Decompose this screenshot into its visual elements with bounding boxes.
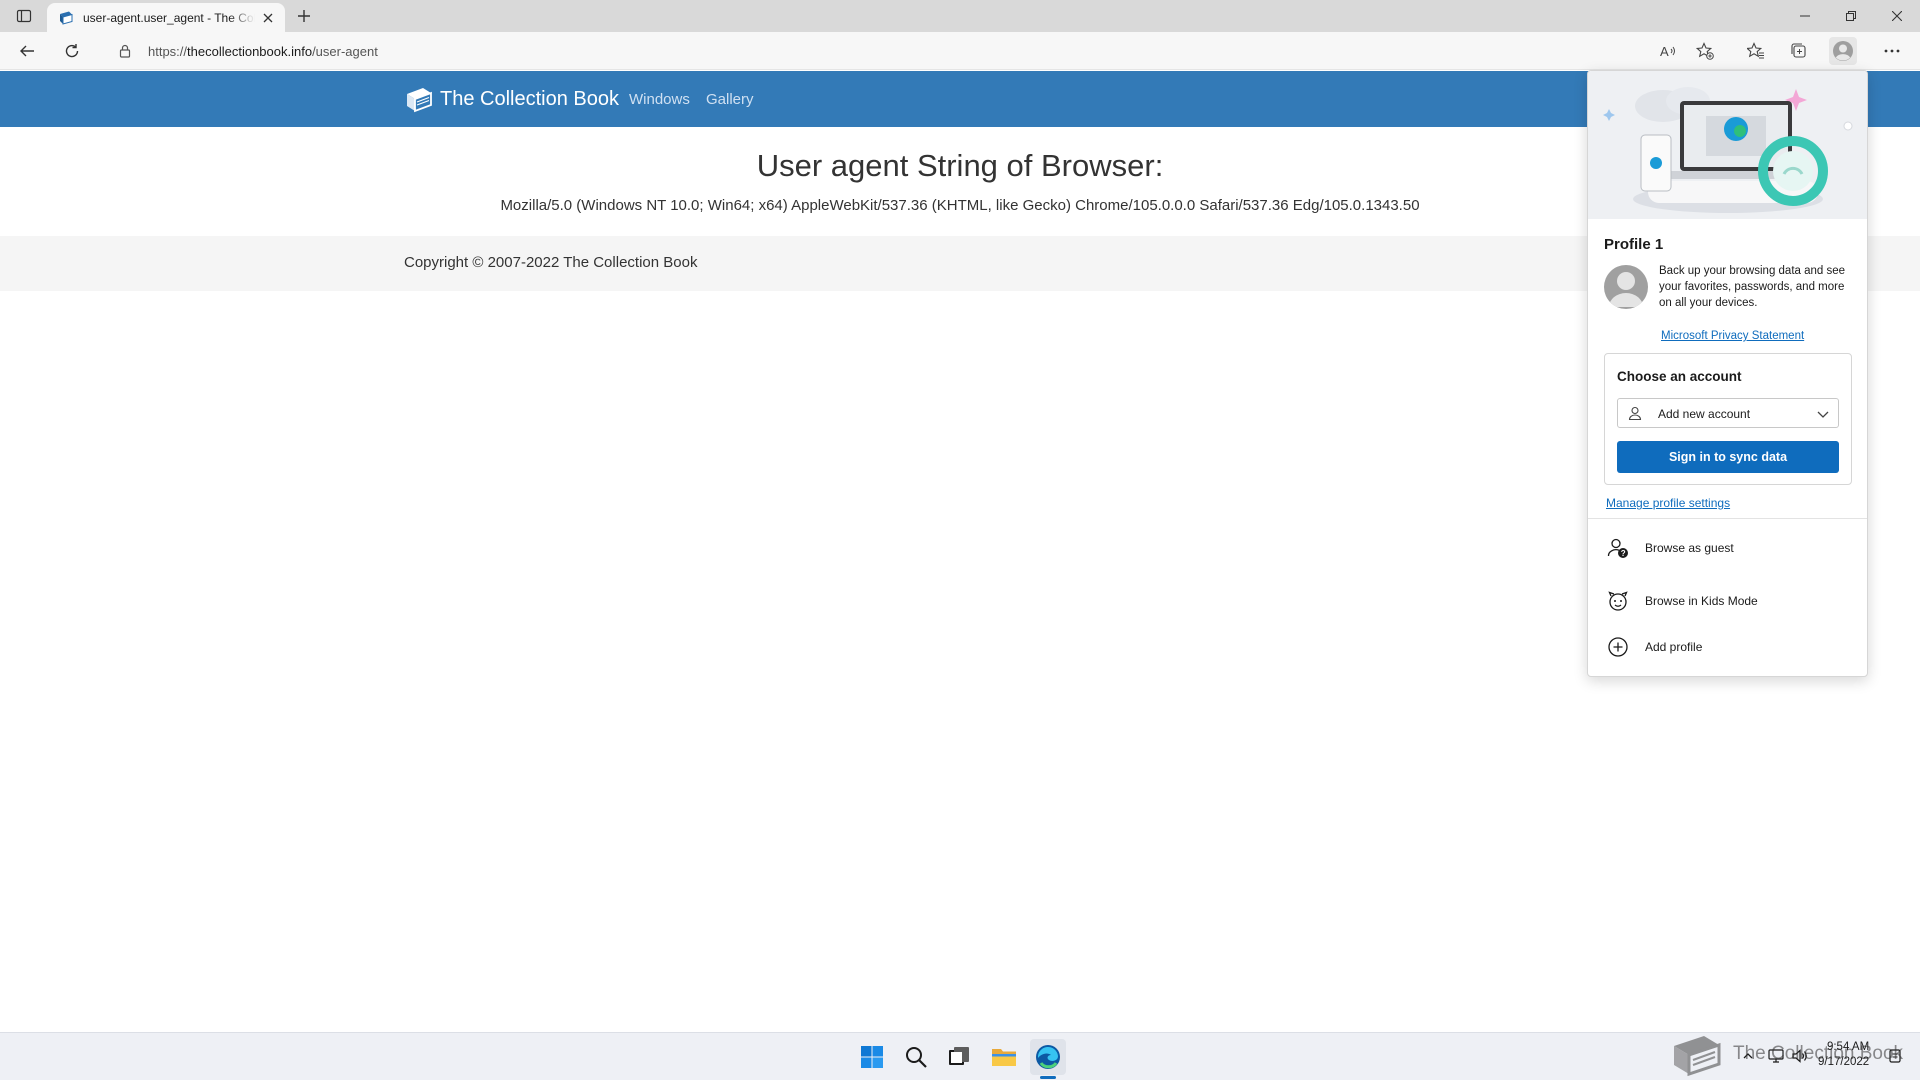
add-profile-item[interactable]: Add profile xyxy=(1588,625,1867,669)
add-circle-icon xyxy=(1606,635,1630,659)
profile-avatar-icon xyxy=(1833,41,1853,61)
avatar xyxy=(1604,265,1648,309)
lock-icon[interactable] xyxy=(117,43,133,59)
search-icon[interactable] xyxy=(898,1039,934,1075)
site-favicon-icon xyxy=(57,9,75,27)
browse-as-guest-item[interactable]: ? Browse as guest xyxy=(1588,526,1867,570)
close-window-button[interactable] xyxy=(1874,0,1920,32)
brand-name: The Collection Book xyxy=(440,87,619,110)
site-brand-link[interactable]: The Collection Book xyxy=(404,85,619,113)
add-favorite-button[interactable] xyxy=(1691,37,1719,65)
restore-button[interactable] xyxy=(1828,0,1874,32)
privacy-statement-link[interactable]: Microsoft Privacy Statement xyxy=(1661,330,1804,342)
settings-more-button[interactable] xyxy=(1878,37,1906,65)
url-scheme: https:// xyxy=(148,44,188,59)
browser-tab[interactable]: user-agent.user_agent - The Collection B… xyxy=(47,3,285,32)
tab-title: user-agent.user_agent - The Collection B… xyxy=(83,10,255,25)
person-icon xyxy=(1628,406,1642,420)
chevron-down-icon xyxy=(1817,411,1829,418)
url-text[interactable]: https://thecollectionbook.info/user-agen… xyxy=(148,44,378,59)
sync-hero-illustration xyxy=(1588,71,1867,219)
copyright-text: Copyright © 2007-2022 The Collection Boo… xyxy=(404,254,698,271)
collections-icon xyxy=(1791,43,1806,58)
manage-profile-settings-link[interactable]: Manage profile settings xyxy=(1606,496,1730,510)
browse-as-guest-label: Browse as guest xyxy=(1645,541,1734,555)
sign-in-sync-button[interactable]: Sign in to sync data xyxy=(1617,441,1839,473)
guest-icon: ? xyxy=(1606,536,1630,560)
kids-mode-icon xyxy=(1606,589,1630,613)
start-icon[interactable] xyxy=(854,1039,890,1075)
flyout-divider xyxy=(1588,518,1867,519)
refresh-icon xyxy=(65,44,79,58)
choose-account-label: Choose an account xyxy=(1617,369,1742,384)
notification-icon[interactable] xyxy=(1885,1046,1905,1066)
edge-icon[interactable] xyxy=(1030,1039,1066,1075)
tab-close-icon[interactable] xyxy=(259,9,277,27)
backup-description: Back up your browsing data and see your … xyxy=(1659,265,1846,309)
collections-button[interactable] xyxy=(1785,37,1813,65)
minimize-icon xyxy=(1800,15,1810,17)
favorites-button[interactable] xyxy=(1742,37,1770,65)
back-button[interactable] xyxy=(13,37,41,65)
url-path: /user-agent xyxy=(312,44,378,59)
windows-taskbar: 9:54 AM 9/17/2022 xyxy=(0,1032,1920,1080)
active-app-indicator xyxy=(1040,1076,1056,1079)
url-host: thecollectionbook.info xyxy=(187,44,313,59)
back-arrow-icon xyxy=(20,45,34,57)
profile-name: Profile 1 xyxy=(1604,236,1664,253)
tab-actions-button[interactable] xyxy=(10,5,38,27)
task-view-icon[interactable] xyxy=(941,1039,977,1075)
tray-overflow-chevron-icon[interactable] xyxy=(1738,1046,1758,1066)
more-dots-icon xyxy=(1884,49,1900,53)
nav-link-windows[interactable]: Windows xyxy=(629,91,690,108)
svg-text:A: A xyxy=(1660,44,1669,59)
tab-bar: user-agent.user_agent - The Collection B… xyxy=(0,0,1920,32)
volume-icon[interactable] xyxy=(1790,1046,1810,1066)
book-logo-icon xyxy=(407,88,432,113)
favorites-icon xyxy=(1747,42,1764,59)
browser-toolbar: https://thecollectionbook.info/user-agen… xyxy=(0,32,1920,70)
system-clock[interactable]: 9:54 AM 9/17/2022 xyxy=(1818,1040,1869,1070)
plus-icon xyxy=(298,10,310,22)
profile-flyout: Profile 1 Back up your browsing data and… xyxy=(1587,70,1868,677)
clock-time: 9:54 AM xyxy=(1826,1041,1870,1053)
profile-button[interactable] xyxy=(1829,37,1857,65)
address-bar[interactable]: https://thecollectionbook.info/user-agen… xyxy=(100,36,1680,66)
restore-icon xyxy=(1846,11,1856,21)
read-aloud-icon: A xyxy=(1660,44,1675,59)
add-profile-label: Add profile xyxy=(1645,640,1703,654)
read-aloud-button[interactable]: A xyxy=(1655,37,1683,65)
browse-kids-mode-label: Browse in Kids Mode xyxy=(1645,594,1758,608)
clock-date: 9/17/2022 xyxy=(1818,1056,1870,1068)
star-add-icon xyxy=(1696,42,1714,60)
file-explorer-icon[interactable] xyxy=(986,1039,1022,1075)
close-icon xyxy=(1892,11,1902,21)
browse-kids-mode-item[interactable]: Browse in Kids Mode xyxy=(1588,579,1867,623)
svg-text:?: ? xyxy=(1621,549,1626,558)
tab-actions-icon xyxy=(16,9,32,23)
choose-account-panel: Choose an account Add new account Sign i… xyxy=(1604,353,1852,485)
new-tab-button[interactable] xyxy=(292,5,316,27)
network-icon[interactable] xyxy=(1766,1046,1786,1066)
account-select[interactable]: Add new account xyxy=(1617,398,1839,428)
nav-link-gallery[interactable]: Gallery xyxy=(706,91,754,108)
account-select-value: Add new account xyxy=(1658,407,1751,421)
minimize-button[interactable] xyxy=(1782,0,1828,32)
refresh-button[interactable] xyxy=(58,37,86,65)
